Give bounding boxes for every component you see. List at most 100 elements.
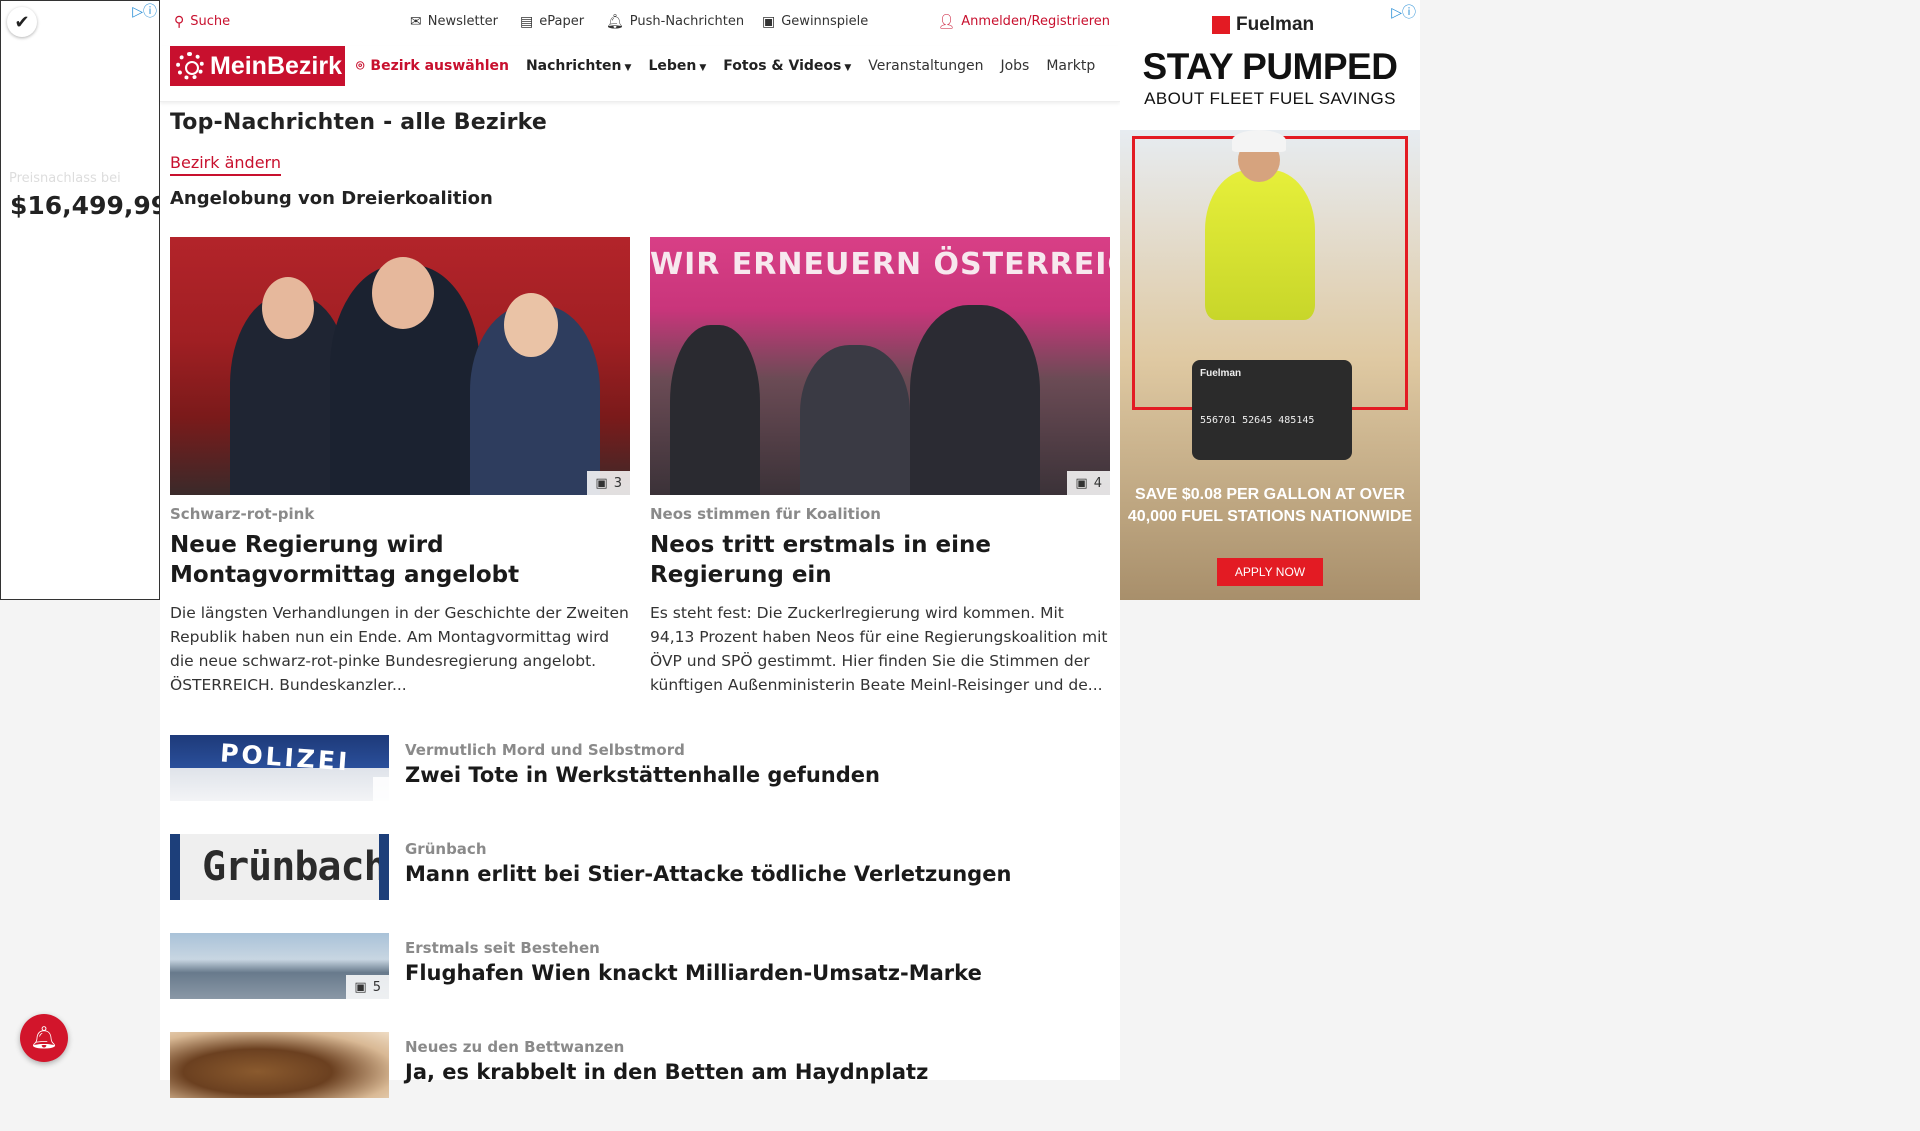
article-thumbnail[interactable] — [170, 1032, 389, 1098]
bezirk-select[interactable]: ⌾ Bezirk auswählen — [356, 58, 509, 74]
list-item[interactable]: Grünbach Grünbach Mann erlitt bei Stier-… — [170, 834, 1110, 900]
nav-items: ⌾ Bezirk auswählen Nachrichten ▼ Leben ▼ F… — [356, 46, 1096, 86]
search-link[interactable]: ⚲ Suche — [174, 14, 230, 29]
person-head — [504, 293, 558, 357]
nav-item-label: Nachrichten — [525, 58, 622, 74]
nav-item-label: Fotos & Videos — [723, 58, 842, 74]
hard-hat — [1232, 130, 1286, 152]
worker-figure — [1205, 170, 1315, 320]
featured-cards: ▣ 3 Schwarz-rot-pink Neue Regierung wird… — [170, 237, 1110, 697]
gewinnspiele-label: Gewinnspiele — [781, 14, 869, 29]
bell-icon: 🔔︎ — [606, 13, 624, 30]
article-teaser: Die längsten Verhandlungen in der Geschi… — [170, 603, 629, 694]
ad-offer: SAVE $0.08 PER GALLON AT OVER 40,000 FUE… — [1127, 486, 1413, 526]
nav-item-veranstaltungen[interactable]: Veranstaltungen — [868, 58, 983, 74]
epaper-label: ePaper — [539, 14, 585, 29]
nav-item-jobs[interactable]: Jobs — [1000, 58, 1029, 74]
bell-icon: 🔔︎ — [30, 1025, 58, 1051]
gewinnspiele-link[interactable]: ▣ Gewinnspiele — [762, 14, 868, 29]
nav-item-leben[interactable]: Leben ▼ — [648, 58, 706, 74]
gallery-badge: ▣ 5 — [346, 975, 389, 999]
ad-brand-logo: Fuelman — [1212, 14, 1314, 36]
search-label: Suche — [190, 14, 231, 29]
thumbnail-text: POLIZEI — [219, 738, 352, 777]
topic-subhead: Angelobung von Dreierkoalition — [170, 188, 493, 209]
push-link[interactable]: 🔔︎ Push-Nachrichten — [606, 14, 744, 29]
gallery-badge: ▣ 3 — [587, 471, 630, 495]
article-headline[interactable]: Flughafen Wien knackt Milliarden-Umsatz-… — [405, 961, 982, 985]
nav-item-nachrichten[interactable]: Nachrichten ▼ — [526, 58, 631, 74]
image-banner-text: WIR ERNEUERN ÖSTERREICH — [650, 247, 1110, 282]
card-number: 556701 52645 485145 — [1200, 415, 1315, 426]
image-gallery-icon: ▣ — [595, 475, 608, 491]
main-column: ⚲ Suche ✉ Newsletter ▤ ePaper 🔔︎ Push-Na… — [160, 0, 1120, 1098]
user-icon: 👤︎ — [937, 13, 956, 30]
top-utility-bar: ⚲ Suche ✉ Newsletter ▤ ePaper 🔔︎ Push-Na… — [160, 0, 1120, 46]
right-advertisement[interactable]: ▷ⓘ Fuelman STAY PUMPED ABOUT FLEET FUEL … — [1120, 0, 1420, 600]
epaper-link[interactable]: ▤ ePaper — [520, 14, 584, 29]
article-kicker: Neos stimmen für Koalition — [650, 505, 881, 523]
ad-faded-text: Preisnachlass bei — [9, 171, 121, 186]
person-shape — [670, 325, 760, 495]
thumbnail-text: Grünbach — [202, 844, 387, 890]
location-pin-icon: ⌾ — [356, 58, 365, 74]
featured-card[interactable]: ▣ 3 Schwarz-rot-pink Neue Regierung wird… — [170, 237, 630, 697]
newspaper-icon: ▤ — [520, 13, 534, 30]
list-item[interactable]: ▣ 5 Erstmals seit Bestehen Flughafen Wien… — [170, 933, 1110, 999]
article-list: POLIZEI ▣4 Vermutlich Mord und Selbstmor… — [170, 735, 1110, 1131]
ad-choices-icon[interactable]: ▷ⓘ — [1391, 2, 1416, 22]
article-headline[interactable]: Neos tritt erstmals in eine Regierung ei… — [650, 531, 1110, 591]
notification-bell-button[interactable]: 🔔︎ — [20, 1014, 68, 1062]
change-bezirk-link[interactable]: Bezirk ändern — [170, 153, 281, 176]
nav-item-fotos-videos[interactable]: Fotos & Videos ▼ — [723, 58, 851, 74]
ad-choices-icon[interactable]: ▷ⓘ — [132, 1, 157, 21]
ad-price: $16,499,999 — [10, 191, 159, 220]
left-advertisement[interactable]: ✔ ▷ⓘ Preisnachlass bei $16,499,999 — [0, 0, 160, 600]
ad-headline: STAY PUMPED — [1142, 46, 1398, 87]
article-thumbnail[interactable]: Grünbach — [170, 834, 389, 900]
article-image[interactable]: WIR ERNEUERN ÖSTERREICH ▣ 4 — [650, 237, 1110, 495]
push-label: Push-Nachrichten — [629, 14, 745, 29]
chevron-down-icon: ▼ — [624, 63, 632, 73]
apply-now-button[interactable]: APPLY NOW — [1217, 558, 1323, 586]
article-kicker: Schwarz-rot-pink — [170, 505, 315, 523]
article-thumbnail[interactable]: ▣ 5 — [170, 933, 389, 999]
person-shape — [910, 305, 1040, 495]
nav-item-marktplatz[interactable]: Marktplatz — [1046, 58, 1096, 74]
article-thumbnail[interactable]: POLIZEI ▣4 — [170, 735, 389, 801]
bezirk-label: Bezirk auswählen — [370, 58, 509, 74]
article-headline[interactable]: Mann erlitt bei Stier-Attacke tödliche V… — [405, 862, 1011, 886]
image-gallery-icon: ▣ — [1075, 475, 1088, 491]
article-image[interactable]: ▣ 3 — [170, 237, 630, 495]
gallery-badge: ▣ 4 — [1067, 471, 1110, 495]
card-brand: Fuelman — [1200, 368, 1242, 379]
checkmark-icon[interactable]: ✔ — [7, 7, 37, 37]
newsletter-link[interactable]: ✉ Newsletter — [410, 14, 498, 29]
article-headline[interactable]: Neue Regierung wird Montagvormittag ange… — [170, 531, 630, 591]
gallery-count: 3 — [613, 475, 622, 491]
site-logo[interactable]: MeinBezirk — [170, 46, 345, 86]
person-head — [372, 257, 434, 329]
gallery-count: 5 — [372, 979, 381, 995]
article-headline[interactable]: Ja, es krabbelt in den Betten am Haydnpl… — [405, 1060, 928, 1084]
list-item[interactable]: Neues zu den Bettwanzen Ja, es krabbelt … — [170, 1032, 1110, 1098]
content-area: Top-Nachrichten - alle Bezirke Bezirk än… — [170, 110, 1110, 1098]
chevron-down-icon: ▼ — [699, 63, 707, 73]
person-head — [262, 277, 314, 339]
ad-brand-name: Fuelman — [1236, 14, 1315, 35]
mail-icon: ✉ — [410, 13, 422, 30]
gallery-count: 4 — [1093, 475, 1102, 491]
list-item[interactable]: POLIZEI ▣4 Vermutlich Mord und Selbstmor… — [170, 735, 1110, 801]
logo-text: MeinBezirk — [210, 51, 342, 80]
article-teaser: Es steht fest: Die Zuckerlregierung wird… — [650, 603, 1108, 694]
image-gallery-icon: ▣ — [354, 979, 367, 995]
login-link[interactable]: 👤︎ Anmelden/Registrieren — [938, 14, 1111, 29]
article-kicker: Grünbach — [405, 840, 487, 858]
article-headline[interactable]: Zwei Tote in Werkstättenhalle gefunden — [405, 763, 880, 787]
article-kicker: Vermutlich Mord und Selbstmord — [405, 741, 685, 759]
nav-item-label: Leben — [648, 58, 697, 74]
gallery-badge: ▣4 — [373, 777, 389, 801]
featured-card[interactable]: WIR ERNEUERN ÖSTERREICH ▣ 4 Neos stimmen… — [650, 237, 1110, 697]
brand-square-icon — [1212, 16, 1230, 34]
logo-sun-icon — [176, 52, 204, 80]
